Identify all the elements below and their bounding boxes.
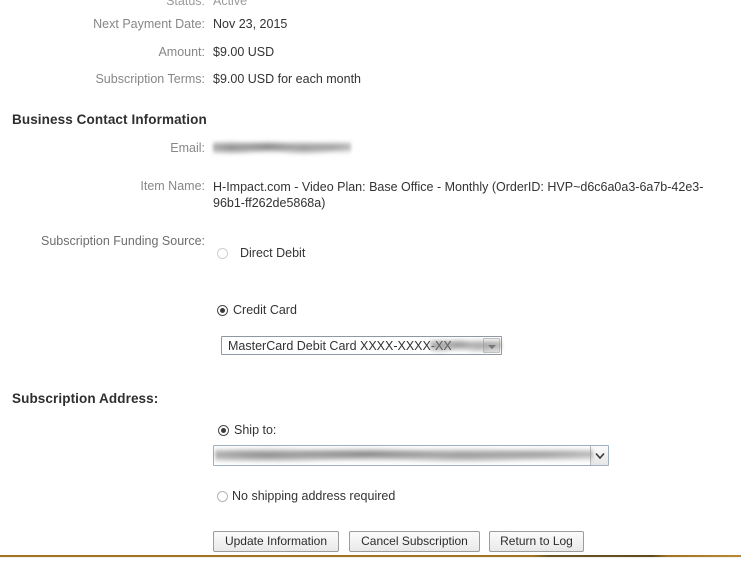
cancel-subscription-button[interactable]: Cancel Subscription [349, 531, 480, 552]
business-contact-information-heading: Business Contact Information [12, 112, 207, 127]
shipping-address-select[interactable] [213, 445, 609, 466]
amount-value: $9.00 USD [213, 45, 275, 59]
radio-no-shipping-icon[interactable] [217, 490, 228, 502]
funding-instrument-selected-value: MasterCard Debit Card XXXX-XXXX-XX [228, 339, 452, 353]
subscription-address-heading: Subscription Address: [12, 391, 159, 406]
address-option-no-shipping-label: No shipping address required [232, 489, 396, 503]
funding-option-credit-card-label: Credit Card [233, 303, 297, 317]
address-option-no-shipping-required[interactable]: No shipping address required [217, 489, 395, 503]
radio-direct-debit-icon[interactable] [217, 247, 228, 259]
address-option-ship-to-label: Ship to: [234, 423, 277, 437]
email-redaction [213, 139, 351, 156]
next-payment-date-value: Nov 23, 2015 [213, 17, 288, 31]
item-name-label: Item Name: [140, 179, 205, 193]
address-option-ship-to[interactable]: Ship to: [218, 423, 276, 437]
subscription-terms-value: $9.00 USD for each month [213, 72, 361, 86]
item-name-value: H-Impact.com - Video Plan: Base Office -… [213, 180, 704, 210]
status-label: Status: [166, 0, 205, 8]
next-payment-date-label: Next Payment Date: [93, 17, 205, 31]
radio-ship-to-icon[interactable] [218, 424, 229, 436]
subscription-terms-label: Subscription Terms: [95, 72, 205, 86]
status-value: Active [213, 0, 248, 8]
chevron-down-icon[interactable] [483, 338, 500, 353]
funding-instrument-select[interactable]: MasterCard Debit Card XXXX-XXXX-XX [221, 336, 502, 355]
email-label: Email: [170, 141, 205, 155]
funding-option-credit-card[interactable]: Credit Card [217, 303, 297, 317]
footer-divider-shadow [0, 557, 741, 558]
amount-label: Amount: [158, 45, 205, 59]
funding-option-direct-debit-label: Direct Debit [240, 246, 306, 260]
funding-option-direct-debit[interactable]: Direct Debit [217, 246, 305, 260]
radio-credit-card-icon[interactable] [217, 304, 228, 316]
funding-source-label: Subscription Funding Source: [41, 234, 205, 248]
subscription-details-page: Status: Active Next Payment Date: Nov 23… [0, 0, 741, 561]
chevron-down-icon[interactable] [590, 446, 608, 465]
return-to-log-button[interactable]: Return to Log [489, 531, 584, 552]
update-information-button[interactable]: Update Information [213, 531, 339, 552]
